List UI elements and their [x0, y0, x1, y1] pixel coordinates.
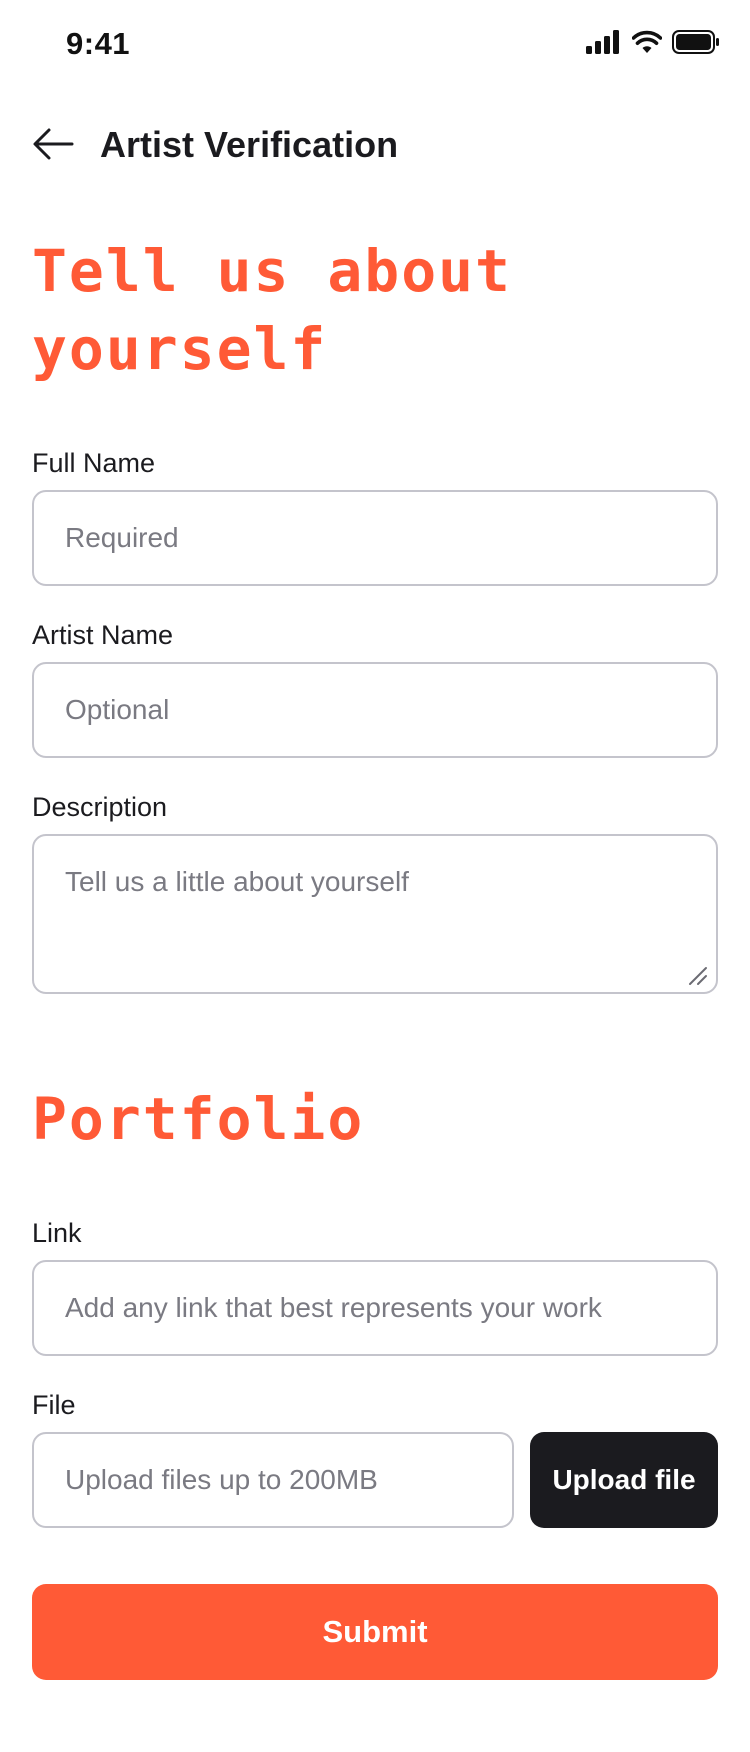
signal-icon	[586, 30, 619, 54]
full-name-input[interactable]: Required	[32, 490, 718, 586]
battery-icon	[672, 30, 719, 54]
file-label: File	[32, 1390, 76, 1420]
upload-file-button[interactable]: Upload file	[530, 1432, 718, 1528]
page-title: Artist Verification	[100, 124, 399, 165]
resize-handle-icon[interactable]	[686, 964, 708, 986]
status-icons	[586, 30, 720, 54]
status-time: 9:41	[66, 26, 131, 61]
artist-name-label: Artist Name	[32, 620, 174, 650]
file-placeholder: Upload files up to 200MB	[65, 1464, 378, 1495]
header: Artist Verification	[0, 110, 750, 180]
link-placeholder: Add any link that best represents your w…	[65, 1292, 602, 1323]
link-input[interactable]: Add any link that best represents your w…	[32, 1260, 718, 1356]
full-name-label: Full Name	[32, 448, 156, 478]
artist-name-placeholder: Optional	[65, 694, 170, 725]
arrow-left-icon	[33, 128, 74, 160]
submit-button[interactable]: Submit	[32, 1584, 718, 1680]
wifi-icon	[632, 30, 662, 53]
portfolio-heading: Portfolio	[32, 1085, 365, 1153]
about-heading: Tell us about yourself	[32, 237, 512, 383]
description-textarea[interactable]: Tell us a little about yourself	[32, 834, 718, 994]
artist-name-input[interactable]: Optional	[32, 662, 718, 758]
full-name-placeholder: Required	[65, 522, 179, 553]
description-placeholder: Tell us a little about yourself	[65, 866, 409, 897]
file-input[interactable]: Upload files up to 200MB	[32, 1432, 514, 1528]
back-button[interactable]	[30, 124, 78, 164]
screen: 9:41 Artist Verification Tell us about y…	[0, 0, 750, 1752]
status-bar: 9:41	[0, 0, 750, 92]
link-label: Link	[32, 1218, 82, 1248]
description-label: Description	[32, 792, 168, 822]
